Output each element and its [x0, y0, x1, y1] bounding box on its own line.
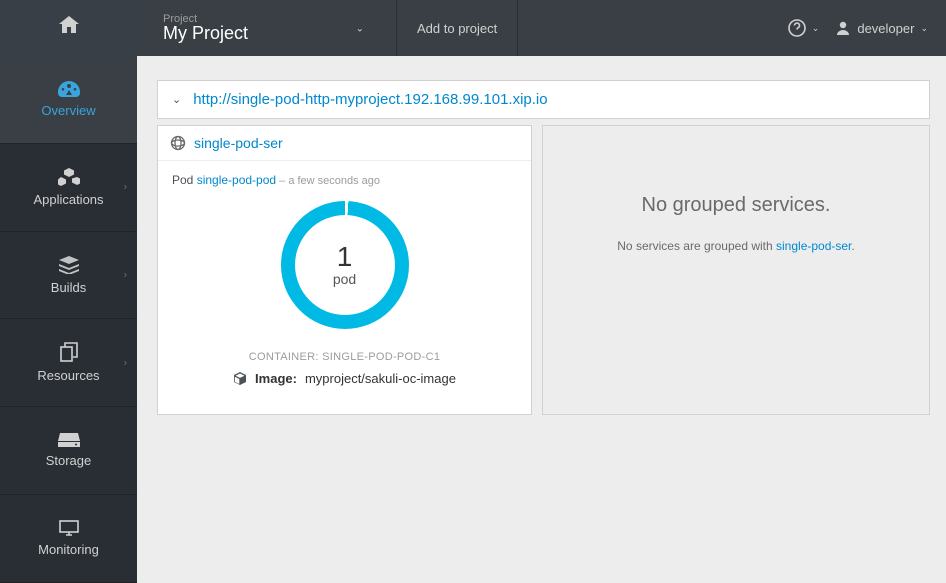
pod-time-sep: –: [276, 175, 288, 187]
image-label: Image:: [255, 371, 297, 386]
chevron-right-icon: ›: [124, 270, 127, 281]
service-icon: [170, 135, 186, 151]
collapse-toggle[interactable]: ⌄: [172, 93, 181, 106]
nav-builds[interactable]: Builds ›: [0, 232, 137, 320]
copy-icon: [60, 342, 78, 362]
user-name: developer: [857, 21, 914, 36]
nav-applications-label: Applications: [33, 192, 103, 207]
home-icon: [59, 16, 79, 34]
pod-link[interactable]: single-pod-pod: [197, 173, 276, 187]
service-link[interactable]: single-pod-ser: [194, 135, 283, 151]
no-grouped-text: No services are grouped with single-pod-…: [617, 239, 854, 253]
grouped-service-link[interactable]: single-pod-ser: [776, 239, 851, 253]
nav-monitoring[interactable]: Monitoring: [0, 495, 137, 583]
pod-count-label: pod: [333, 271, 356, 287]
sidebar: Overview Applications › Builds › Resourc…: [0, 0, 137, 583]
nav-builds-label: Builds: [51, 280, 86, 295]
topbar: Project My Project ⌄ Add to project ⌄ de…: [137, 0, 946, 56]
pod-prefix: Pod: [172, 173, 197, 187]
pod-donut[interactable]: 1 pod: [281, 201, 409, 329]
image-row: Image: myproject/sakuli-oc-image: [172, 371, 517, 386]
layers-icon: [59, 256, 79, 274]
cube-icon: [233, 372, 247, 386]
nav-storage-label: Storage: [46, 453, 92, 468]
service-card-header: single-pod-ser: [158, 126, 531, 161]
nav-overview[interactable]: Overview: [0, 56, 137, 144]
content: ⌄ http://single-pod-http-myproject.192.1…: [137, 56, 946, 583]
add-to-project-label: Add to project: [417, 21, 497, 36]
hdd-icon: [58, 433, 80, 447]
no-grouped-panel: No grouped services. No services are gro…: [542, 125, 930, 415]
pod-time: a few seconds ago: [288, 175, 380, 187]
image-value: myproject/sakuli-oc-image: [305, 371, 456, 386]
monitor-icon: [59, 520, 79, 536]
chevron-down-icon: ⌄: [812, 23, 820, 34]
add-to-project-button[interactable]: Add to project: [397, 0, 518, 56]
user-menu[interactable]: developer ⌄: [835, 20, 928, 36]
nav-monitoring-label: Monitoring: [38, 542, 99, 557]
no-grouped-title: No grouped services.: [642, 194, 831, 217]
chevron-right-icon: ›: [124, 357, 127, 368]
service-card: single-pod-ser Pod single-pod-pod – a fe…: [157, 125, 532, 415]
chevron-right-icon: ›: [124, 182, 127, 193]
pod-count: 1: [333, 243, 356, 271]
nav-resources-label: Resources: [37, 368, 99, 383]
container-label: CONTAINER: SINGLE-POD-POD-C1: [172, 351, 517, 363]
help-button[interactable]: ⌄: [788, 19, 820, 37]
nav-home[interactable]: [0, 0, 137, 56]
route-bar: ⌄ http://single-pod-http-myproject.192.1…: [157, 80, 930, 119]
route-link[interactable]: http://single-pod-http-myproject.192.168…: [193, 91, 547, 108]
cubes-icon: [58, 168, 80, 186]
pod-line: Pod single-pod-pod – a few seconds ago: [172, 173, 517, 187]
dashboard-icon: [58, 81, 80, 97]
nav-applications[interactable]: Applications ›: [0, 144, 137, 232]
nav-overview-label: Overview: [41, 103, 95, 118]
nav-storage[interactable]: Storage: [0, 407, 137, 495]
main: Project My Project ⌄ Add to project ⌄ de…: [137, 0, 946, 583]
user-icon: [835, 20, 851, 36]
chevron-down-icon: ⌄: [356, 24, 364, 35]
help-icon: [788, 19, 806, 37]
project-selector[interactable]: Project My Project ⌄: [137, 0, 397, 56]
chevron-down-icon: ⌄: [920, 23, 928, 34]
nav-resources[interactable]: Resources ›: [0, 319, 137, 407]
project-name: My Project: [163, 23, 370, 44]
